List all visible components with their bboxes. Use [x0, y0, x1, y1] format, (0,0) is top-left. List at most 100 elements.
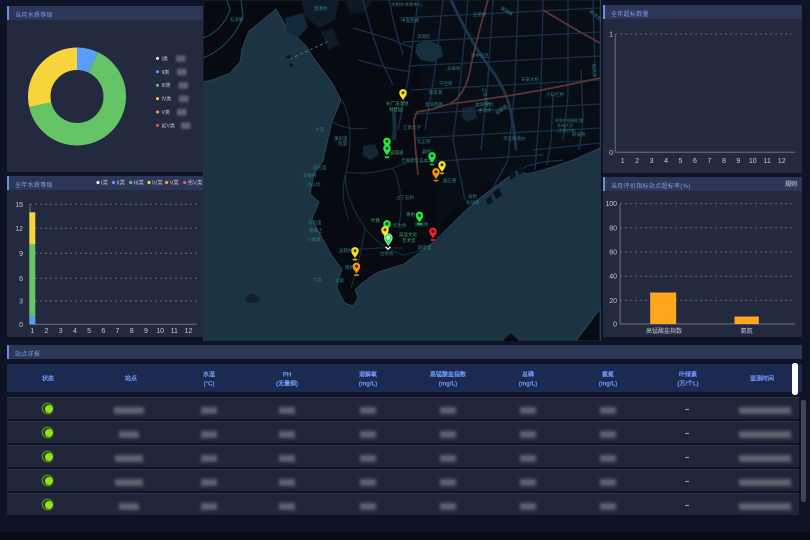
svg-text:9: 9	[736, 158, 740, 165]
svg-text:4: 4	[664, 158, 668, 165]
svg-text:IV类: IV类	[152, 179, 163, 187]
svg-text:汤公坞: 汤公坞	[307, 181, 321, 188]
svg-text:周娘桥: 周娘桥	[415, 221, 429, 228]
svg-text:100: 100	[605, 201, 617, 208]
svg-text:11: 11	[171, 328, 178, 335]
svg-text:(无量纲): (无量纲)	[276, 380, 298, 388]
svg-text:7: 7	[707, 158, 711, 165]
svg-text:1: 1	[30, 328, 34, 335]
svg-text:叶绿素: 叶绿素	[679, 371, 697, 379]
svg-text:12: 12	[15, 226, 23, 233]
svg-text:蠡正路: 蠡正路	[443, 177, 457, 184]
svg-text:1: 1	[621, 158, 625, 165]
svg-text:石浪桥: 石浪桥	[230, 16, 244, 23]
svg-text:I类: I类	[162, 55, 168, 62]
svg-text:高浪西路: 高浪西路	[425, 101, 443, 108]
svg-text:40: 40	[609, 274, 617, 281]
svg-text:吴稽村: 吴稽村	[339, 247, 353, 254]
svg-text:(mg/L): (mg/L)	[599, 382, 617, 388]
svg-text:东均里: 东均里	[308, 219, 322, 226]
svg-text:北正桥: 北正桥	[417, 138, 431, 145]
svg-text:青桥: 青桥	[406, 211, 415, 218]
svg-text:张桥: 张桥	[468, 193, 477, 200]
svg-text:(万/个L): (万/个L)	[677, 380, 698, 388]
svg-text:氨氮: 氨氮	[602, 371, 614, 379]
svg-text:20: 20	[609, 298, 617, 305]
svg-text:园美居: 园美居	[390, 149, 404, 156]
svg-text:80: 80	[609, 225, 617, 232]
svg-text:叶巷: 叶巷	[371, 217, 380, 224]
svg-text:(°C): (°C)	[204, 382, 215, 388]
svg-text:7: 7	[116, 328, 120, 335]
svg-text:科普园: 科普园	[389, 106, 403, 113]
svg-text:长广溪湿地: 长广溪湿地	[386, 100, 409, 107]
svg-text:0: 0	[609, 150, 613, 157]
svg-text:11: 11	[764, 158, 771, 165]
svg-text:V类: V类	[170, 179, 180, 187]
svg-text:白石里: 白石里	[313, 164, 327, 171]
svg-text:水温: 水温	[203, 371, 215, 379]
svg-text:吴运文化: 吴运文化	[399, 231, 417, 238]
svg-text:10: 10	[156, 328, 164, 335]
svg-text:9: 9	[19, 251, 23, 258]
svg-text:劣V类: 劣V类	[162, 122, 175, 129]
svg-text:状态: 状态	[42, 375, 54, 383]
svg-text:九龙: 九龙	[313, 276, 322, 283]
svg-text:8: 8	[722, 158, 726, 165]
svg-text:宁佳桥: 宁佳桥	[439, 80, 453, 87]
svg-text:江南大学: 江南大学	[403, 124, 421, 131]
svg-text:占丁石桥: 占丁石桥	[396, 194, 414, 201]
svg-text:华庄街道办: 华庄街道办	[503, 135, 526, 142]
svg-text:2: 2	[45, 328, 49, 335]
svg-text:中奥西路: 中奥西路	[401, 17, 419, 24]
svg-text:60: 60	[609, 250, 617, 257]
svg-text:(mg/L): (mg/L)	[519, 382, 537, 388]
svg-text:10: 10	[749, 158, 757, 165]
svg-text:III类: III类	[134, 179, 145, 187]
svg-text:PH: PH	[283, 373, 291, 379]
svg-text:羊棱村: 羊棱村	[303, 172, 317, 179]
svg-text:3: 3	[650, 158, 654, 165]
svg-text:6: 6	[19, 276, 23, 283]
svg-text:III类: III类	[162, 82, 171, 89]
svg-text:高锰酸盐指数: 高锰酸盐指数	[430, 371, 467, 379]
svg-text:溶解氧: 溶解氧	[359, 371, 377, 379]
svg-text:小湖浦: 小湖浦	[307, 236, 321, 243]
svg-text:沈家: 沈家	[335, 277, 344, 284]
svg-text:无锡程及美术馆: 无锡程及美术馆	[401, 157, 433, 164]
svg-text:氨氮: 氨氮	[741, 327, 753, 335]
svg-text:5: 5	[679, 158, 683, 165]
svg-text:滨湖区: 滨湖区	[417, 33, 431, 40]
svg-text:监测时间: 监测时间	[750, 375, 774, 383]
svg-text:9: 9	[144, 328, 148, 335]
svg-text:0: 0	[613, 322, 617, 329]
svg-text:V类: V类	[162, 109, 170, 116]
svg-text:华生桥: 华生桥	[393, 222, 407, 229]
svg-text:梁中社区: 梁中社区	[471, 52, 489, 59]
svg-text:12: 12	[778, 158, 786, 165]
svg-text:古杨桥: 古杨桥	[380, 250, 394, 257]
svg-text:艺术宫: 艺术宫	[402, 237, 416, 244]
svg-text:I类: I类	[101, 179, 109, 187]
svg-text:高锰酸盐指数: 高锰酸盐指数	[646, 327, 682, 335]
svg-text:(mg/L): (mg/L)	[439, 382, 457, 388]
svg-text:6: 6	[101, 328, 105, 335]
svg-text:东绛桥: 东绛桥	[447, 65, 461, 72]
svg-text:II类: II类	[117, 179, 126, 187]
svg-text:6: 6	[693, 158, 697, 165]
svg-text:3: 3	[19, 299, 23, 306]
svg-text:容里: 容里	[338, 140, 347, 147]
svg-text:南泰上: 南泰上	[309, 227, 323, 233]
svg-text:站点: 站点	[125, 375, 137, 383]
svg-text:郁家寨: 郁家寨	[429, 89, 443, 96]
svg-text:3: 3	[59, 328, 63, 335]
svg-text:12: 12	[185, 328, 193, 335]
svg-text:大桥外体育中心: 大桥外体育中心	[391, 1, 423, 8]
svg-text:1: 1	[609, 32, 613, 39]
svg-text:薛家里: 薛家里	[418, 244, 432, 251]
svg-text:小日红桥: 小日红桥	[546, 91, 564, 98]
svg-text:(无锡分校): (无锡分校)	[557, 127, 576, 133]
svg-text:(mg/L): (mg/L)	[359, 382, 377, 388]
svg-text:劣V类: 劣V类	[188, 179, 203, 187]
svg-text:4: 4	[73, 328, 77, 335]
